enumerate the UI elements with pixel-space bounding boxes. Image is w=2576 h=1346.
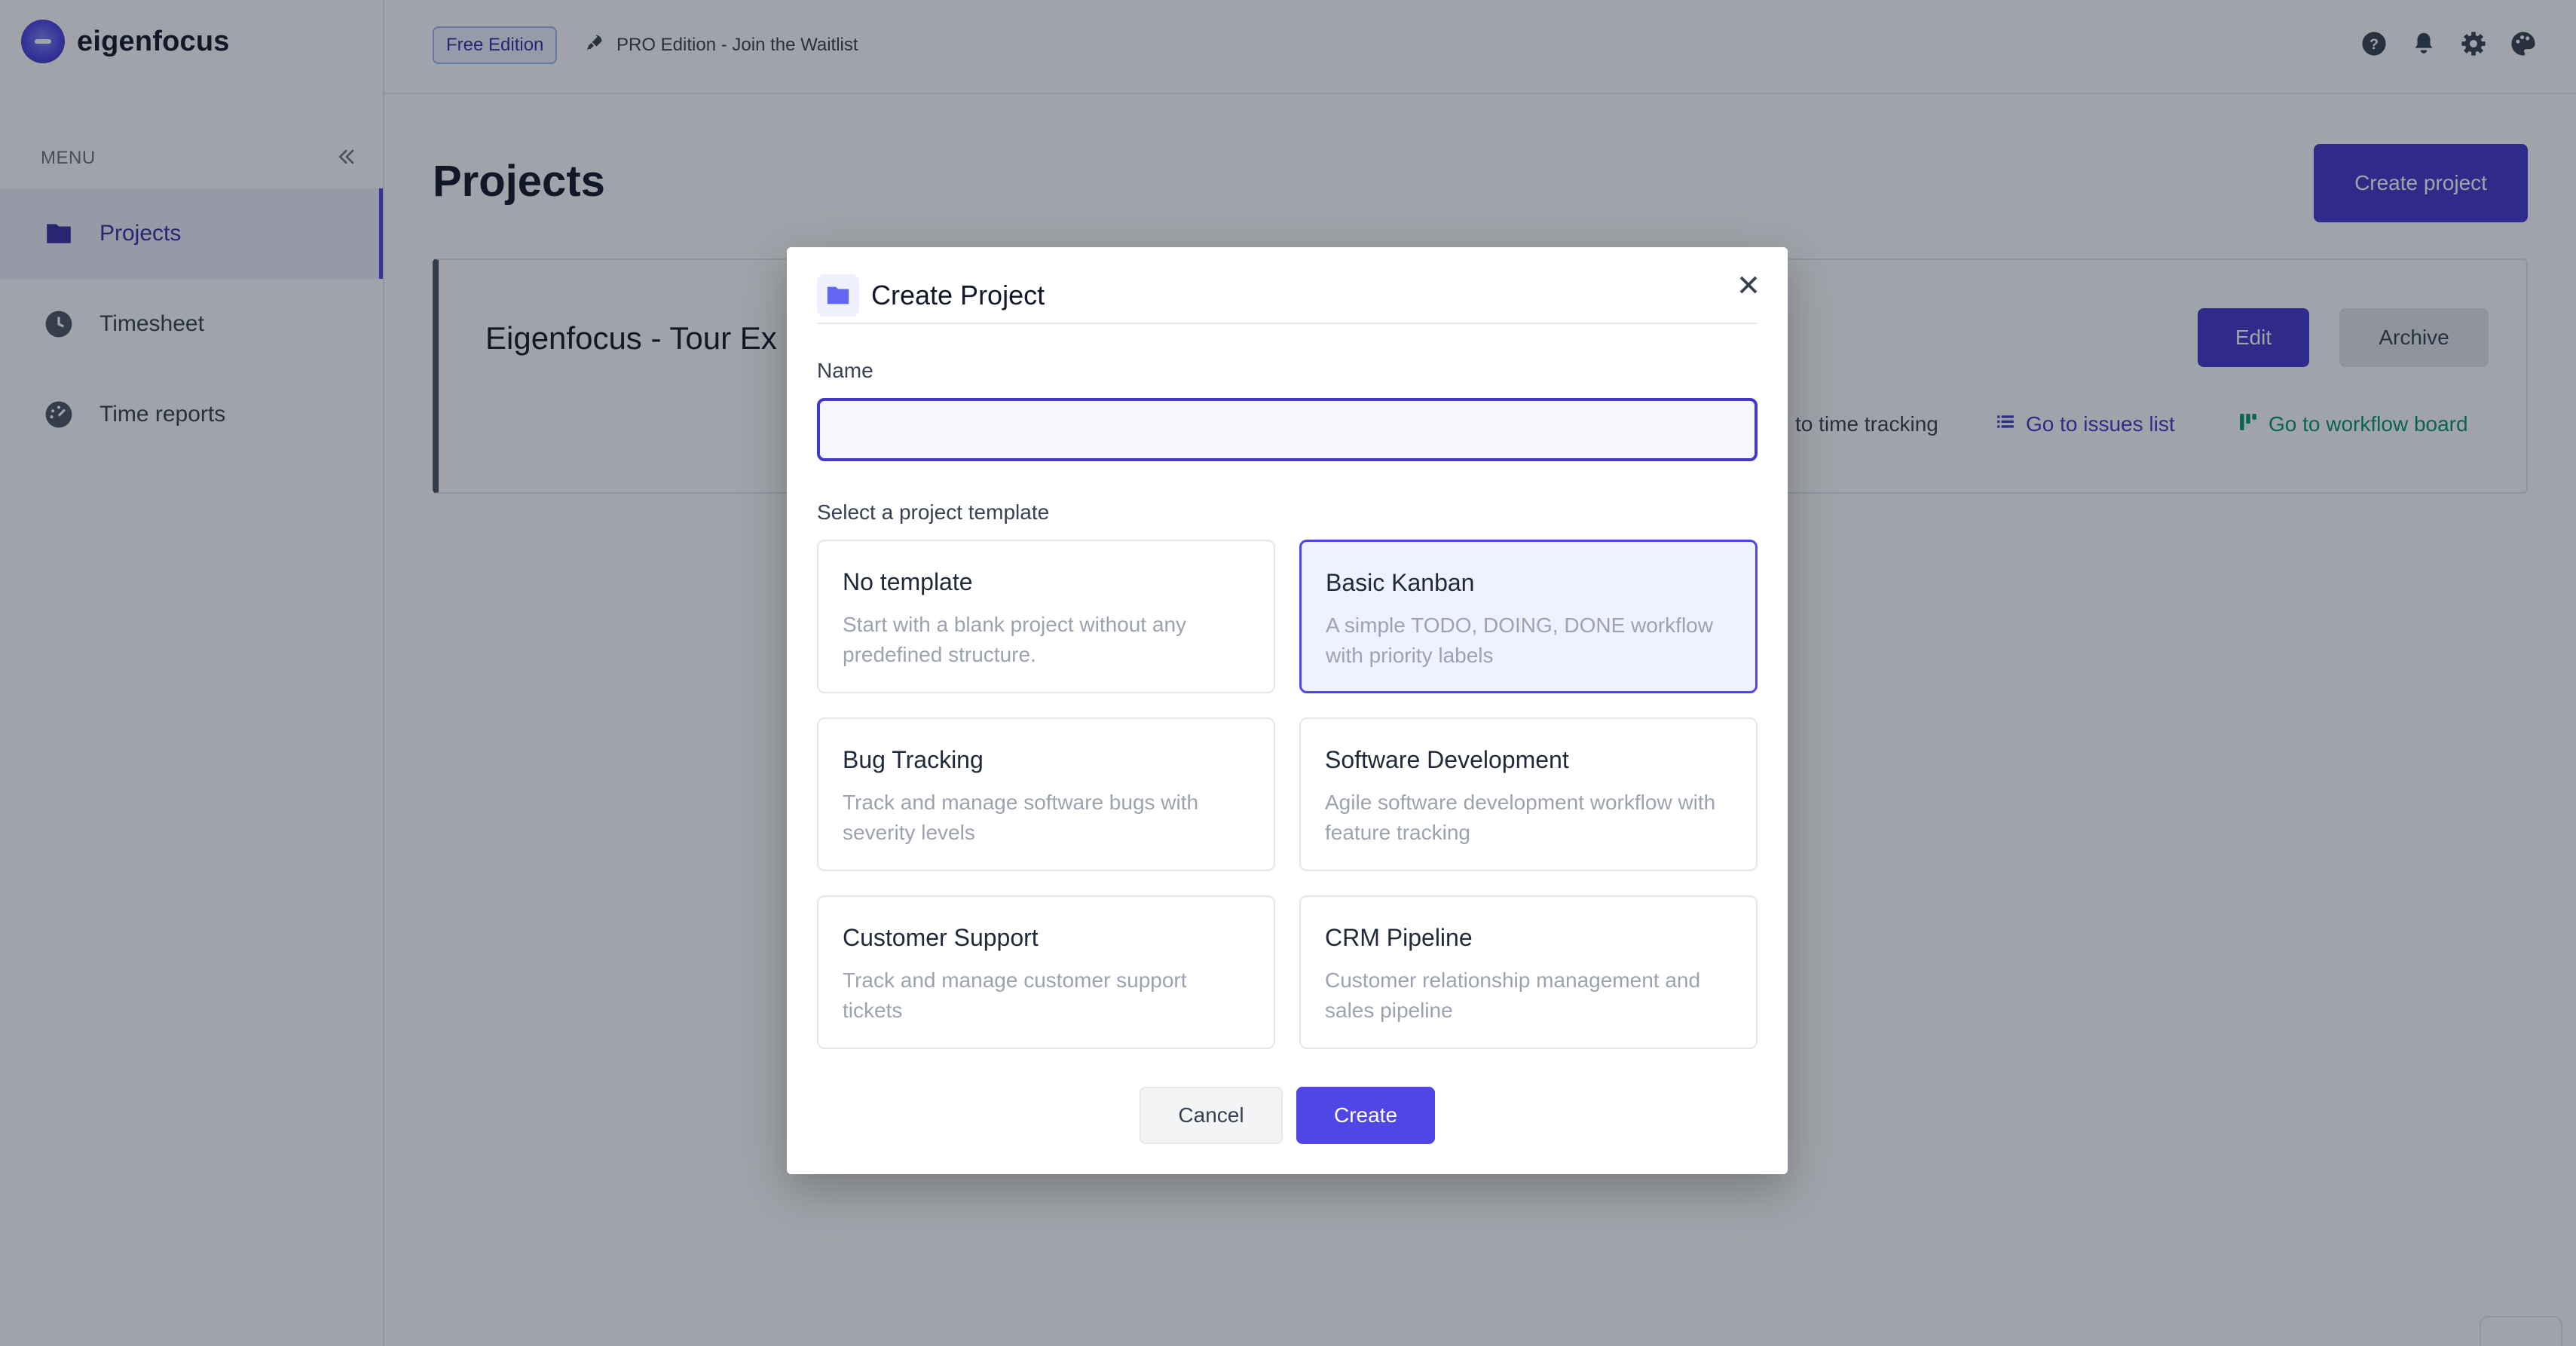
- template-card-customer-support[interactable]: Customer Support Track and manage custom…: [817, 895, 1275, 1049]
- folder-icon: [817, 274, 859, 317]
- template-title: Basic Kanban: [1326, 569, 1475, 596]
- create-button[interactable]: Create: [1296, 1087, 1435, 1144]
- template-desc: A simple TODO, DOING, DONE workflow with…: [1326, 613, 1713, 667]
- cancel-button[interactable]: Cancel: [1140, 1087, 1283, 1144]
- modal-title: Create Project: [871, 280, 1045, 310]
- template-title: Software Development: [1325, 746, 1569, 773]
- template-desc: Track and manage software bugs with seve…: [843, 791, 1199, 844]
- template-title: CRM Pipeline: [1325, 924, 1473, 951]
- project-name-input[interactable]: [817, 398, 1758, 461]
- template-card-crm-pipeline[interactable]: CRM Pipeline Customer relationship manag…: [1299, 895, 1758, 1049]
- modal-actions: Cancel Create: [787, 1087, 1788, 1144]
- template-label: Select a project template: [817, 500, 1050, 524]
- template-card-basic-kanban[interactable]: Basic Kanban A simple TODO, DOING, DONE …: [1299, 540, 1758, 693]
- template-title: Bug Tracking: [843, 746, 984, 773]
- create-project-modal: Create Project Name Select a project tem…: [787, 247, 1788, 1174]
- template-desc: Track and manage customer support ticket…: [843, 968, 1187, 1022]
- template-card-software-development[interactable]: Software Development Agile software deve…: [1299, 717, 1758, 871]
- template-card-no-template[interactable]: No template Start with a blank project w…: [817, 540, 1275, 693]
- close-icon[interactable]: [1732, 268, 1765, 301]
- template-title: Customer Support: [843, 924, 1039, 951]
- modal-header: Create Project: [817, 274, 1758, 324]
- template-desc: Customer relationship management and sal…: [1325, 968, 1701, 1022]
- template-desc: Start with a blank project without any p…: [843, 613, 1187, 666]
- template-card-bug-tracking[interactable]: Bug Tracking Track and manage software b…: [817, 717, 1275, 871]
- name-label: Name: [817, 359, 873, 382]
- template-title: No template: [843, 568, 973, 595]
- template-grid: No template Start with a blank project w…: [817, 540, 1758, 1049]
- template-desc: Agile software development workflow with…: [1325, 791, 1716, 844]
